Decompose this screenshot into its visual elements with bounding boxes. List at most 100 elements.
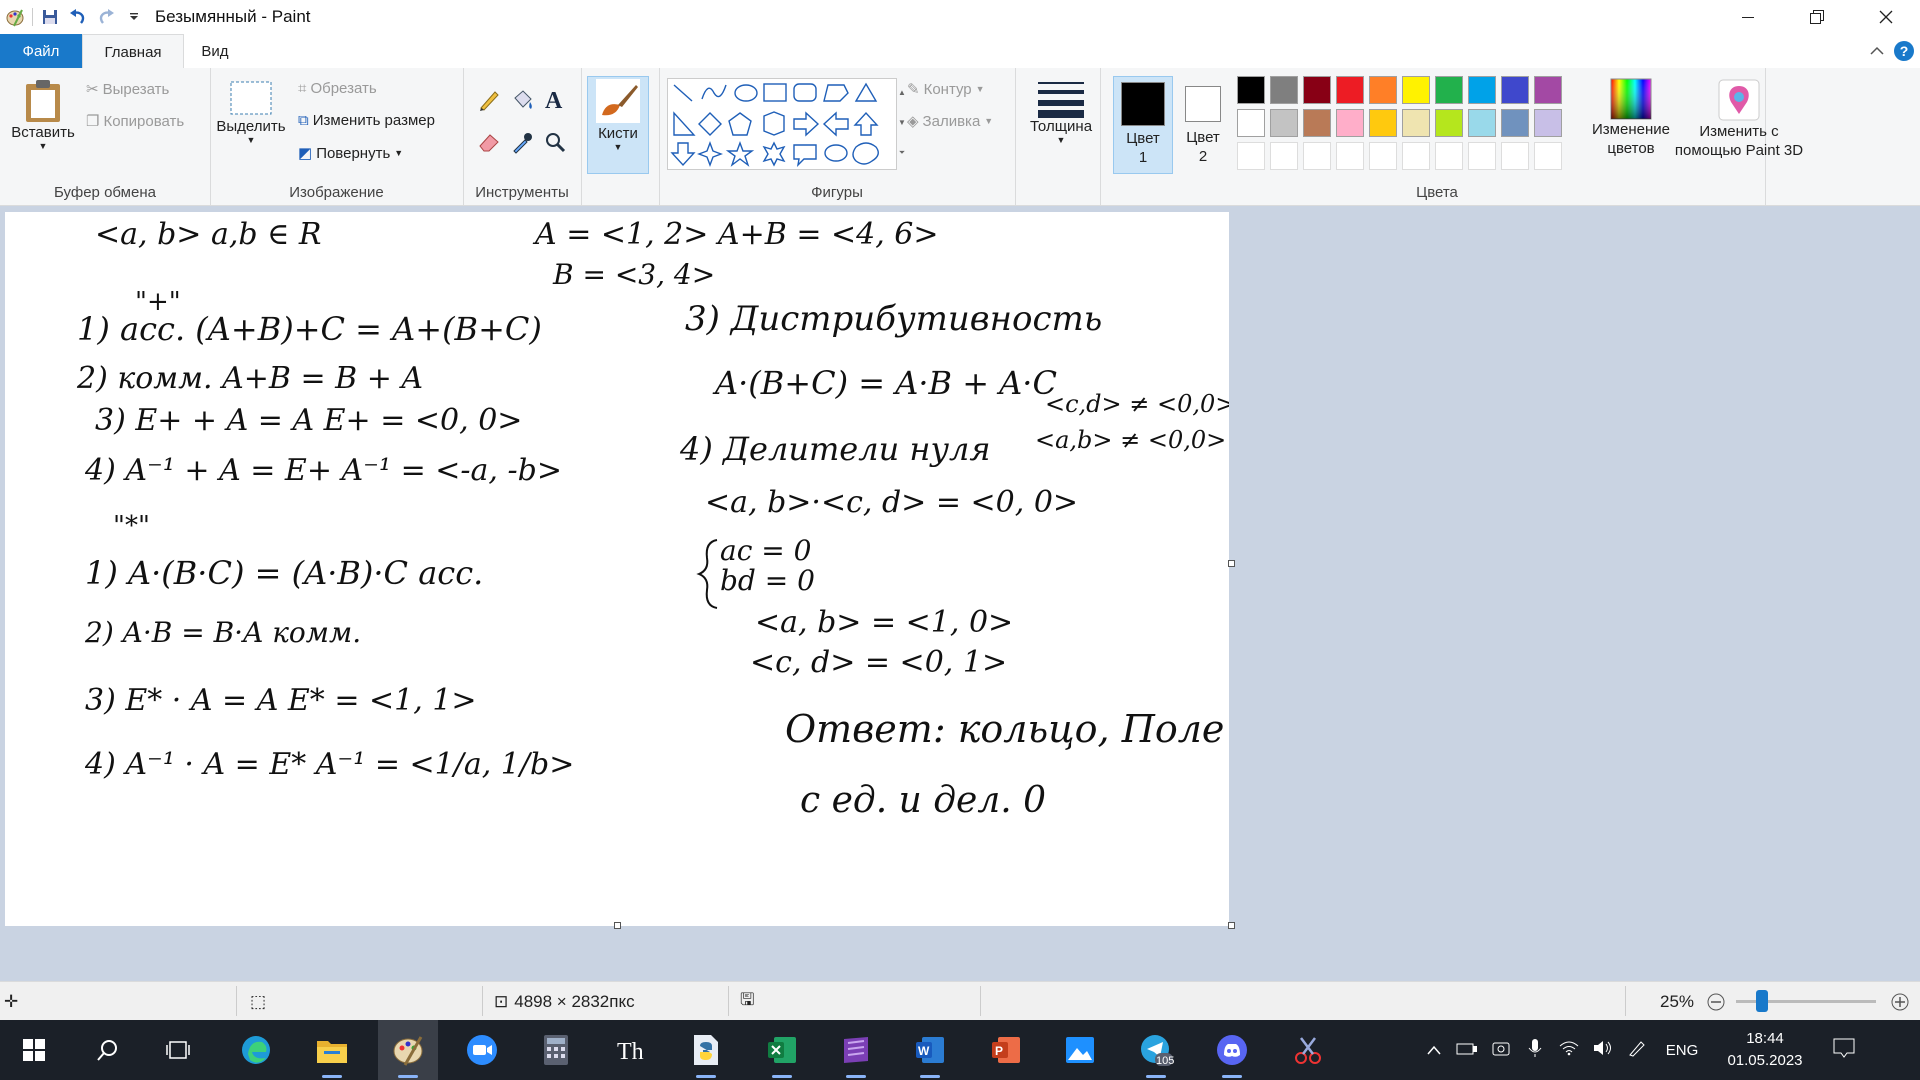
edge-icon[interactable]: [226, 1020, 286, 1080]
zoom-slider[interactable]: [1736, 990, 1876, 1012]
telegram-icon[interactable]: 105: [1126, 1020, 1186, 1080]
custom-color-slot[interactable]: [1402, 142, 1430, 170]
word-icon[interactable]: W: [900, 1020, 960, 1080]
close-button[interactable]: [1851, 0, 1920, 34]
microphone-icon[interactable]: [1518, 1038, 1552, 1062]
color-swatch[interactable]: [1270, 109, 1298, 137]
outline-button[interactable]: ✎ Контур ▼: [907, 80, 985, 99]
color-swatch[interactable]: [1237, 109, 1265, 137]
rotate-button[interactable]: ◩ Повернуть ▼: [298, 144, 403, 163]
python-file-icon[interactable]: [676, 1020, 736, 1080]
scroll-up-icon[interactable]: ▲: [898, 88, 906, 97]
collapse-ribbon-icon[interactable]: [1870, 43, 1884, 60]
color-swatch[interactable]: [1468, 109, 1496, 137]
color-swatch[interactable]: [1435, 109, 1463, 137]
text-tool-icon[interactable]: A: [543, 86, 567, 112]
resize-button[interactable]: ⧉ Изменить размер: [298, 112, 435, 129]
color-swatch[interactable]: [1369, 76, 1397, 104]
fill-button[interactable]: ◈ Заливка ▼: [907, 112, 993, 131]
paint-taskbar-icon[interactable]: [378, 1020, 438, 1080]
wifi-icon[interactable]: [1552, 1040, 1586, 1060]
zoom-in-button[interactable]: [1890, 982, 1910, 1021]
color-swatch[interactable]: [1534, 76, 1562, 104]
paste-button[interactable]: Вставить ▼: [8, 78, 78, 151]
color-swatch[interactable]: [1303, 76, 1331, 104]
custom-color-slot[interactable]: [1270, 142, 1298, 170]
snipping-tool-icon[interactable]: [1278, 1020, 1338, 1080]
photos-icon[interactable]: [1050, 1020, 1110, 1080]
discord-icon[interactable]: [1202, 1020, 1262, 1080]
color-swatch[interactable]: [1369, 109, 1397, 137]
save-icon[interactable]: [39, 6, 61, 28]
notifications-icon[interactable]: [1820, 1038, 1868, 1062]
color-picker-icon[interactable]: [511, 130, 535, 154]
zoom-app-icon[interactable]: [452, 1020, 512, 1080]
pen-icon[interactable]: [1620, 1039, 1654, 1061]
volume-icon[interactable]: [1586, 1040, 1620, 1060]
customize-toolbar-chevron-icon[interactable]: [123, 6, 145, 28]
color-swatch[interactable]: [1270, 76, 1298, 104]
search-icon[interactable]: [78, 1020, 138, 1080]
language-indicator[interactable]: ENG: [1654, 1042, 1710, 1059]
excel-icon[interactable]: [752, 1020, 812, 1080]
color-swatch[interactable]: [1435, 76, 1463, 104]
minimize-button[interactable]: [1713, 0, 1782, 34]
brushes-button[interactable]: Кисти ▼: [587, 76, 649, 174]
eraser-icon[interactable]: [477, 130, 501, 154]
select-button[interactable]: Выделить ▼: [216, 78, 286, 145]
drawing-canvas[interactable]: <a, b> a,b ∈ R A = <1, 2> A+B = <4, 6> B =…: [5, 212, 1229, 926]
onenote-icon[interactable]: [826, 1020, 886, 1080]
show-hidden-icons-icon[interactable]: [1418, 1042, 1450, 1059]
tab-home[interactable]: Главная: [82, 34, 184, 70]
color-swatch[interactable]: [1336, 76, 1364, 104]
color1-button[interactable]: Цвет 1: [1113, 76, 1173, 174]
color-swatch[interactable]: [1303, 109, 1331, 137]
calculator-icon[interactable]: [526, 1020, 586, 1080]
custom-color-slot[interactable]: [1369, 142, 1397, 170]
crop-button[interactable]: ⌗ Обрезать: [298, 80, 377, 97]
custom-color-slot[interactable]: [1237, 142, 1265, 170]
undo-icon[interactable]: [67, 6, 89, 28]
redo-icon[interactable]: [95, 6, 117, 28]
custom-color-slot[interactable]: [1501, 142, 1529, 170]
color-swatch[interactable]: [1534, 109, 1562, 137]
zoom-slider-thumb[interactable]: [1756, 990, 1768, 1012]
resize-handle-bottom[interactable]: [614, 922, 621, 929]
custom-color-slot[interactable]: [1303, 142, 1331, 170]
color-swatch[interactable]: [1468, 76, 1496, 104]
start-button[interactable]: [4, 1020, 64, 1080]
magnifier-icon[interactable]: [543, 130, 567, 154]
task-view-icon[interactable]: [148, 1020, 208, 1080]
resize-handle-right[interactable]: [1228, 560, 1235, 567]
restore-button[interactable]: [1782, 0, 1851, 34]
clock[interactable]: 18:44 01.05.2023: [1710, 1028, 1820, 1072]
cut-button[interactable]: ✂ Вырезать: [86, 80, 169, 99]
edit-with-paint3d-button[interactable]: Изменить с помощью Paint 3D: [1666, 78, 1812, 160]
expand-gallery-icon[interactable]: ⏷: [899, 148, 905, 158]
file-explorer-icon[interactable]: [302, 1020, 362, 1080]
shapes-gallery[interactable]: [667, 78, 897, 170]
tab-view[interactable]: Вид: [182, 34, 248, 68]
usb-drive-icon[interactable]: [1450, 1041, 1484, 1059]
custom-color-slot[interactable]: [1336, 142, 1364, 170]
resize-handle-corner[interactable]: [1228, 922, 1235, 929]
camera-icon[interactable]: [1484, 1039, 1518, 1061]
color-swatch[interactable]: [1402, 76, 1430, 104]
color2-button[interactable]: Цвет 2: [1177, 76, 1229, 166]
custom-color-slot[interactable]: [1468, 142, 1496, 170]
typora-icon[interactable]: Th: [600, 1020, 660, 1080]
custom-color-slot[interactable]: [1435, 142, 1463, 170]
custom-color-slot[interactable]: [1534, 142, 1562, 170]
color-swatch[interactable]: [1501, 109, 1529, 137]
size-button[interactable]: Толщина ▼: [1022, 78, 1100, 145]
pencil-icon[interactable]: [477, 88, 501, 112]
color-swatch[interactable]: [1336, 109, 1364, 137]
color-swatch[interactable]: [1501, 76, 1529, 104]
powerpoint-icon[interactable]: P: [976, 1020, 1036, 1080]
fill-bucket-icon[interactable]: [511, 88, 535, 112]
scroll-down-icon[interactable]: ▼: [898, 118, 906, 127]
paint-app-icon[interactable]: [4, 6, 26, 28]
help-icon[interactable]: ?: [1894, 41, 1914, 61]
zoom-out-button[interactable]: [1706, 982, 1726, 1021]
tab-file[interactable]: Файл: [0, 34, 82, 68]
